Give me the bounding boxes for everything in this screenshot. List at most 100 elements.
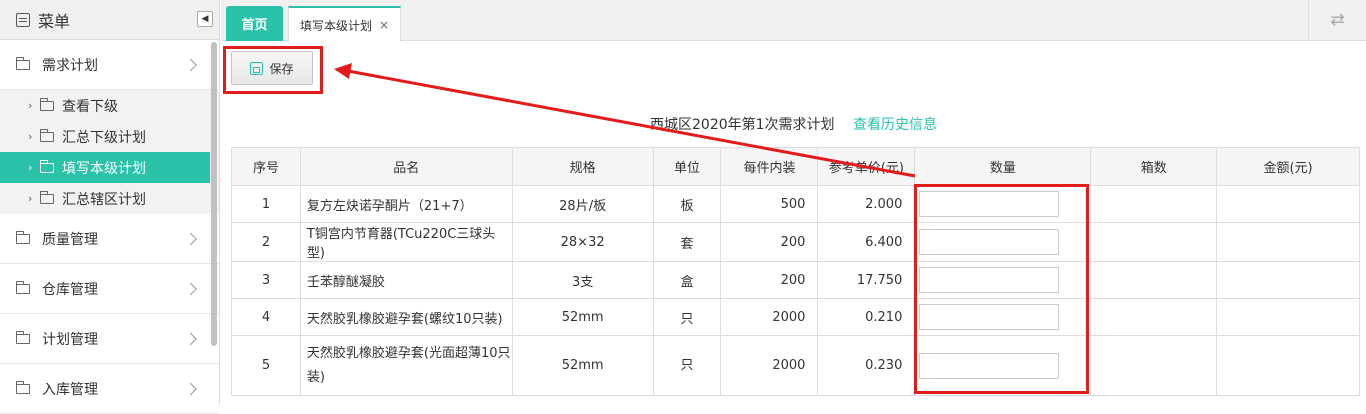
folder-icon <box>40 190 54 204</box>
cell-no: 4 <box>231 298 301 336</box>
cell-no: 1 <box>231 185 301 223</box>
column-header: 数量 <box>914 147 1092 186</box>
cell-name: 复方左炔诺孕酮片（21+7） <box>299 185 513 223</box>
sidebar-group-inbound[interactable]: 入库管理 <box>0 364 219 414</box>
sidebar-item-label: 填写本级计划 <box>62 160 146 177</box>
cell-pack: 2000 <box>720 335 819 396</box>
main-content: 保存 西城区2020年第1次需求计划 查看历史信息 序号 品名 规格 单位 每件… <box>221 41 1366 405</box>
sidebar-group-label: 计划管理 <box>42 331 98 348</box>
cell-boxes <box>1090 261 1218 299</box>
chevron-right-icon <box>184 282 197 295</box>
folder-icon <box>16 280 30 294</box>
cell-price: 17.750 <box>817 261 916 299</box>
cell-boxes <box>1090 185 1218 223</box>
cell-boxes <box>1090 298 1218 336</box>
chevron-right-icon: › <box>28 130 33 143</box>
refresh-icon[interactable]: ⇄ <box>1308 0 1366 40</box>
table-row: 3 壬苯醇醚凝胶 3支 盒 200 17.750 <box>231 261 1360 299</box>
cell-unit: 只 <box>652 298 722 336</box>
cell-name: 天然胶乳橡胶避孕套(光面超薄10只装) <box>299 335 513 396</box>
cell-boxes <box>1090 222 1218 262</box>
cell-unit: 板 <box>652 185 722 223</box>
page-title: 西城区2020年第1次需求计划 <box>650 117 835 133</box>
sidebar-submenu: › 查看下级 › 汇总下级计划 › 填写本级计划 › 汇总辖区计划 <box>0 90 219 214</box>
sidebar-group-label: 入库管理 <box>42 381 98 398</box>
folder-icon <box>16 230 30 244</box>
cell-spec: 52mm <box>511 298 654 336</box>
folder-icon <box>16 380 30 394</box>
cell-amount <box>1216 222 1360 262</box>
cell-pack: 200 <box>720 222 819 262</box>
history-link[interactable]: 查看历史信息 <box>853 117 937 133</box>
save-icon <box>250 61 264 75</box>
column-header: 参考单价(元) <box>817 147 916 186</box>
column-header: 单位 <box>652 147 722 186</box>
tab-home[interactable]: 首页 <box>226 6 283 41</box>
folder-icon <box>16 330 30 344</box>
cell-name: T铜宫内节育器(TCu220C三球头型) <box>299 222 513 262</box>
sidebar: 菜单 ◀ 需求计划 › 查看下级 › 汇总下级计划 › 填写本级计划 › 汇总辖… <box>0 0 220 414</box>
save-button[interactable]: 保存 <box>231 51 313 85</box>
plan-table: 序号 品名 规格 单位 每件内装 参考单价(元) 数量 箱数 金额(元) 1 复… <box>231 147 1360 396</box>
cell-no: 5 <box>231 335 301 396</box>
column-header: 品名 <box>299 147 513 186</box>
calendar-icon <box>16 12 30 27</box>
cell-name: 壬苯醇醚凝胶 <box>299 261 513 299</box>
cell-no: 3 <box>231 261 301 299</box>
sidebar-scrollbar[interactable] <box>211 42 217 346</box>
folder-icon <box>40 128 54 142</box>
sidebar-item-label: 汇总辖区计划 <box>62 191 146 208</box>
chevron-right-icon: › <box>28 161 33 174</box>
sidebar-item-fill-plan[interactable]: › 填写本级计划 <box>0 152 210 183</box>
cell-unit: 盒 <box>652 261 722 299</box>
tab-bar: 首页 填写本级计划 × ⇄ <box>221 0 1366 42</box>
collapse-sidebar-icon[interactable]: ◀ <box>197 11 213 27</box>
column-header: 序号 <box>231 147 301 186</box>
sidebar-item-summarize-district[interactable]: › 汇总辖区计划 <box>0 183 219 214</box>
chevron-right-icon: › <box>28 99 33 112</box>
cell-unit: 套 <box>652 222 722 262</box>
cell-price: 6.400 <box>817 222 916 262</box>
chevron-right-icon <box>184 332 197 345</box>
sidebar-item-label: 汇总下级计划 <box>62 129 146 146</box>
sidebar-group-quality[interactable]: 质量管理 <box>0 214 219 264</box>
sidebar-item-summarize-subordinate[interactable]: › 汇总下级计划 <box>0 121 219 152</box>
cell-pack: 2000 <box>720 298 819 336</box>
cell-price: 0.210 <box>817 298 916 336</box>
sidebar-item-label: 查看下级 <box>62 98 118 115</box>
sidebar-group-demand-plan[interactable]: 需求计划 <box>0 40 219 90</box>
column-header: 箱数 <box>1090 147 1218 186</box>
folder-icon <box>40 97 54 111</box>
cell-amount <box>1216 185 1360 223</box>
sidebar-item-view-subordinate[interactable]: › 查看下级 <box>0 90 219 121</box>
cell-no: 2 <box>231 222 301 262</box>
cell-pack: 200 <box>720 261 819 299</box>
sidebar-group-label: 仓库管理 <box>42 281 98 298</box>
cell-price: 0.230 <box>817 335 916 396</box>
folder-icon <box>16 56 30 70</box>
cell-spec: 28×32 <box>511 222 654 262</box>
folder-open-icon <box>40 159 54 173</box>
chevron-right-icon <box>184 382 197 395</box>
cell-price: 2.000 <box>817 185 916 223</box>
table-row: 4 天然胶乳橡胶避孕套(螺纹10只装) 52mm 只 2000 0.210 <box>231 298 1360 336</box>
chevron-right-icon <box>184 58 197 71</box>
close-icon[interactable]: × <box>379 18 389 32</box>
table-row: 5 天然胶乳橡胶避孕套(光面超薄10只装) 52mm 只 2000 0.230 <box>231 335 1360 396</box>
cell-amount <box>1216 335 1360 396</box>
table-row: 2 T铜宫内节育器(TCu220C三球头型) 28×32 套 200 6.400 <box>231 222 1360 262</box>
annotation-box-quantity <box>914 184 1089 394</box>
table-header-row: 序号 品名 规格 单位 每件内装 参考单价(元) 数量 箱数 金额(元) <box>231 147 1360 186</box>
cell-spec: 3支 <box>511 261 654 299</box>
sidebar-group-label: 需求计划 <box>42 57 98 74</box>
cell-name: 天然胶乳橡胶避孕套(螺纹10只装) <box>299 298 513 336</box>
sidebar-group-plan[interactable]: 计划管理 <box>0 314 219 364</box>
table-row: 1 复方左炔诺孕酮片（21+7） 28片/板 板 500 2.000 <box>231 185 1360 223</box>
tab-fill-plan[interactable]: 填写本级计划 × <box>288 6 401 42</box>
cell-spec: 52mm <box>511 335 654 396</box>
tab-label: 填写本级计划 <box>299 18 372 33</box>
save-button-label: 保存 <box>269 61 294 76</box>
sidebar-group-label: 质量管理 <box>42 231 98 248</box>
sidebar-group-warehouse[interactable]: 仓库管理 <box>0 264 219 314</box>
cell-amount <box>1216 261 1360 299</box>
